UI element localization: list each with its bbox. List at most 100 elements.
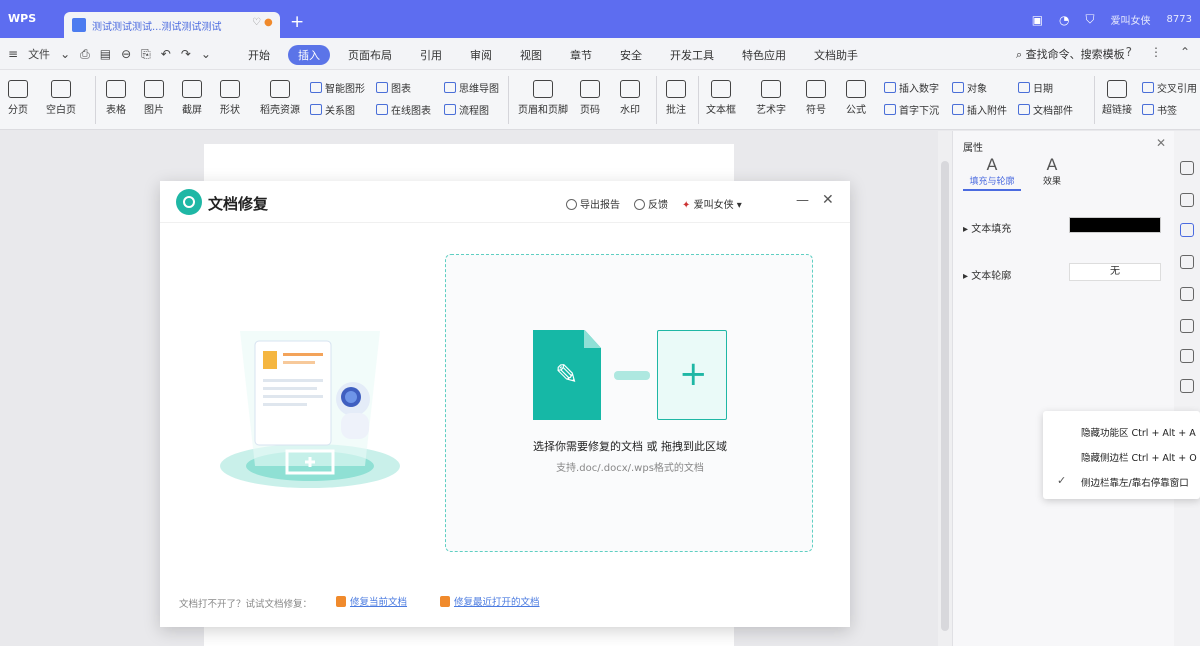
mind-map-button[interactable]: 思维导图 <box>444 80 499 95</box>
share-icon[interactable] <box>1180 319 1194 333</box>
repair-current-link[interactable]: 修复当前文档 <box>336 594 407 608</box>
cross-reference-icon <box>1142 82 1154 93</box>
tab-chapter[interactable]: 章节 <box>560 45 602 65</box>
more-icon[interactable]: ⌄ <box>201 47 211 61</box>
feedback-button[interactable]: 反馈 <box>634 196 668 211</box>
tab-insert[interactable]: 插入 <box>288 45 330 65</box>
flowchart-button[interactable]: 流程图 <box>444 102 489 117</box>
new-tab-button[interactable]: + <box>290 14 304 31</box>
online-chart-button[interactable]: 在线图表 <box>376 102 431 117</box>
header-footer-button[interactable]: 页眉和页脚 <box>518 80 568 116</box>
document-repair-dialog: 文档修复 导出报告 反馈 ✦ 爱叫女侠 ▾ — ✕ ✎ + 选择你需要修复的文档… <box>160 181 850 627</box>
export-report-button[interactable]: 导出报告 <box>566 196 620 211</box>
plus-icon: + <box>679 354 708 394</box>
shape-button[interactable]: 形状 <box>220 80 240 116</box>
insert-number-button[interactable]: 插入数字 <box>884 80 939 95</box>
smart-art-button[interactable]: 智能图形 <box>310 80 365 95</box>
formula-button[interactable]: 公式 <box>846 80 866 116</box>
tab-page-layout[interactable]: 页面布局 <box>338 45 402 65</box>
close-icon[interactable]: ✕ <box>1156 136 1166 150</box>
watermark-button[interactable]: 水印 <box>620 80 640 116</box>
tab-fill-outline[interactable]: A 填充与轮廓 <box>963 156 1021 191</box>
collapse-icon[interactable]: ⌃ <box>1180 45 1190 59</box>
redo-icon[interactable]: ↷ <box>181 47 191 61</box>
export-icon[interactable]: ⎘ <box>141 47 151 62</box>
tab-developer[interactable]: 开发工具 <box>660 45 724 65</box>
window-layout-icon[interactable]: ▣ <box>1032 13 1043 27</box>
blank-page-button[interactable]: 空白页 <box>46 80 76 116</box>
command-search[interactable]: ⌕ 查找命令、搜索模板 <box>1016 46 1125 62</box>
document-tab[interactable]: 测试测试测试...测试测试测试 ♡ ● <box>64 12 280 38</box>
comment-button[interactable]: 批注 <box>666 80 686 116</box>
page-number-button[interactable]: 页码 <box>580 80 600 116</box>
object-button[interactable]: 对象 <box>952 80 987 95</box>
menu-item-hide-ribbon[interactable]: 隐藏功能区 Ctrl + Alt + A <box>1081 425 1196 439</box>
print-icon[interactable]: ▤ <box>100 47 111 61</box>
relation-chart-button[interactable]: 关系图 <box>310 102 355 117</box>
document-parts-button[interactable]: 文档部件 <box>1018 102 1073 117</box>
date-button[interactable]: 日期 <box>1018 80 1053 95</box>
scrollbar-thumb[interactable] <box>941 161 949 631</box>
tab-review[interactable]: 审阅 <box>460 45 502 65</box>
user-name[interactable]: 爱叫女侠 <box>1111 12 1151 27</box>
cross-reference-button[interactable]: 交叉引用 <box>1142 80 1197 95</box>
tab-references[interactable]: 引用 <box>410 45 452 65</box>
chevron-down-icon[interactable]: ⌄ <box>60 47 70 61</box>
close-icon[interactable]: ✕ <box>822 192 834 208</box>
tab-features[interactable]: 特色应用 <box>732 45 796 65</box>
add-file-button[interactable]: + <box>657 330 727 420</box>
drop-cap-button[interactable]: 首字下沉 <box>884 102 939 117</box>
text-fill-row[interactable]: ▸ 文本填充 <box>963 220 1011 235</box>
menu-item-dock-sidebar[interactable]: 侧边栏靠左/靠右停靠窗口 <box>1081 475 1189 489</box>
picture-button[interactable]: 图片 <box>144 80 164 116</box>
user-account-button[interactable]: ✦ 爱叫女侠 ▾ <box>682 196 742 211</box>
page-fold-icon <box>584 330 601 348</box>
shield-icon[interactable]: ⛉ <box>1086 12 1095 27</box>
more-options-icon[interactable]: ⋮ <box>1150 45 1162 59</box>
resource-button[interactable]: 稻壳资源 <box>260 80 300 116</box>
bookmark-button[interactable]: 书签 <box>1142 102 1177 117</box>
tab-view[interactable]: 视图 <box>510 45 552 65</box>
screenshot-button[interactable]: 截屏 <box>182 80 202 116</box>
help-icon[interactable]: ? <box>1126 45 1132 59</box>
page-break-button[interactable]: 分页 <box>8 80 28 116</box>
fill-color-select[interactable] <box>1069 217 1161 233</box>
hyperlink-button[interactable]: 超链接 <box>1102 80 1132 116</box>
archive-icon[interactable] <box>1180 379 1194 393</box>
cursor-icon[interactable] <box>1180 193 1194 207</box>
tab-doc-assistant[interactable]: 文档助手 <box>804 45 868 65</box>
file-drop-zone[interactable]: ✎ + 选择你需要修复的文档 或 拖拽到此区域 支持.doc/.docx/.wp… <box>445 254 813 552</box>
shield-icon[interactable]: ♡ <box>252 17 261 28</box>
text-outline-row[interactable]: ▸ 文本轮廓 <box>963 267 1011 282</box>
connector-bar <box>614 371 650 380</box>
star-icon[interactable] <box>1180 287 1194 301</box>
tab-home[interactable]: 开始 <box>238 45 280 65</box>
undo-icon[interactable]: ↶ <box>161 47 171 61</box>
translate-icon[interactable] <box>1180 349 1194 363</box>
preview-icon[interactable]: ⊖ <box>121 47 131 61</box>
hamburger-icon[interactable]: ≡ <box>8 47 18 61</box>
table-button[interactable]: 表格 <box>106 80 126 116</box>
chart-button[interactable]: 图表 <box>376 80 411 95</box>
minimize-icon[interactable]: — <box>796 193 809 208</box>
outline-select[interactable]: 无 <box>1069 263 1161 281</box>
repair-recent-link[interactable]: 修复最近打开的文档 <box>440 594 540 608</box>
blank-page-icon <box>51 80 71 98</box>
vertical-scrollbar[interactable] <box>938 131 952 646</box>
tab-security[interactable]: 安全 <box>610 45 652 65</box>
insert-attachment-button[interactable]: 插入附件 <box>952 102 1007 117</box>
skin-icon[interactable]: ◔ <box>1059 13 1069 27</box>
dialog-header: 文档修复 导出报告 反馈 ✦ 爱叫女侠 ▾ — ✕ <box>160 181 850 223</box>
menu-item-hide-sidebar[interactable]: 隐藏侧边栏 Ctrl + Alt + O <box>1081 450 1197 464</box>
file-menu[interactable]: 文件 <box>28 46 50 62</box>
panel-title[interactable]: 属性 <box>963 139 983 154</box>
wps-logo[interactable]: WPS <box>8 12 36 25</box>
textbox-button[interactable]: 文本框 <box>706 80 736 116</box>
save-icon[interactable]: ⎙ <box>80 47 90 62</box>
symbol-button[interactable]: 符号 <box>806 80 826 116</box>
style-icon[interactable] <box>1180 223 1194 237</box>
wordart-button[interactable]: 艺术字 <box>756 80 786 116</box>
pen-icon[interactable] <box>1180 161 1194 175</box>
tab-effects[interactable]: A 效果 <box>1037 156 1067 188</box>
library-icon[interactable] <box>1180 255 1194 269</box>
